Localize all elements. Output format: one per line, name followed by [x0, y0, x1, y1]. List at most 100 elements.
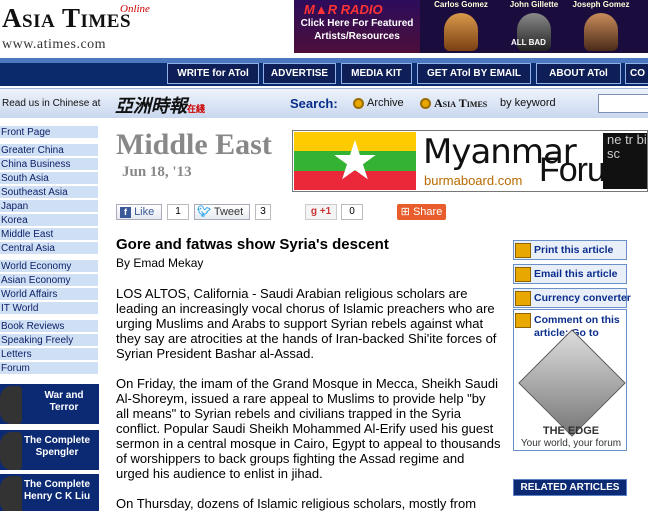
like-count: 1 — [167, 204, 189, 220]
promo-label: The Complete Henry C K Liu — [23, 479, 91, 502]
chinese-edition-link[interactable]: 亞洲時報在綫 — [115, 92, 205, 118]
share-label: Share — [412, 206, 443, 218]
artist-name: Carlos Gomez — [434, 0, 488, 9]
plus-icon: ⊞ — [400, 206, 410, 218]
nav-email-button[interactable]: GET ATol BY EMAIL — [417, 63, 531, 84]
twitter-icon: 🐦︎ — [197, 206, 211, 218]
search-input[interactable] — [598, 94, 648, 113]
nav-about-button[interactable]: ABOUT ATol — [536, 63, 621, 84]
read-chinese-label: Read us in Chinese at — [2, 98, 101, 109]
archive-radio[interactable] — [353, 98, 364, 109]
atimes-radio-label: Asia Times — [434, 96, 488, 110]
sidebar-promo-war-terror[interactable]: War and Terror — [0, 384, 99, 424]
site-logo[interactable]: Asia Times Online www.atimes.com — [2, 3, 150, 52]
promo-label: The Complete Spengler — [23, 435, 91, 458]
myanmar-ad-url: burmaboard.com — [424, 173, 523, 188]
nav-media-kit-button[interactable]: MEDIA KIT — [341, 63, 412, 84]
artist-name: John Gillette — [509, 0, 559, 9]
chinese-logo-text: 亞洲時報 — [115, 96, 187, 117]
edge-tagline: Your world, your forum — [520, 438, 622, 449]
nav-advertise-button[interactable]: ADVERTISE — [263, 63, 336, 84]
arrow-icon — [515, 291, 531, 306]
currency-label: Currency converter — [534, 292, 631, 304]
print-label: Print this article — [534, 244, 614, 256]
section-title: Middle East — [116, 128, 272, 161]
tweet-button[interactable]: 🐦︎ Tweet — [194, 204, 250, 220]
artist-photo — [444, 13, 478, 51]
nav-write-button[interactable]: WRITE for ATol — [167, 63, 259, 84]
top-nav-bar: WRITE for ATol ADVERTISE MEDIA KIT GET A… — [0, 58, 648, 86]
sidebar: Front Page Greater China China Business … — [0, 126, 99, 511]
sidebar-item-front-page[interactable]: Front Page — [0, 126, 98, 139]
atimes-radio[interactable] — [420, 98, 431, 109]
article-headline: Gore and fatwas show Syria's descent — [116, 236, 389, 253]
the-edge-comment-box[interactable]: Comment on this article: Go to THE EDGE … — [513, 309, 627, 451]
sidebar-item-asian-economy[interactable]: Asian Economy — [0, 274, 98, 287]
archive-radio-label: Archive — [367, 97, 404, 109]
article-paragraph: On Friday, the imam of the Grand Mosque … — [116, 376, 501, 481]
artist-photo — [584, 13, 618, 51]
sidebar-item-south-asia[interactable]: South Asia — [0, 172, 98, 185]
razor-blade-icon — [518, 329, 626, 437]
masthead: Asia Times Online www.atimes.com M▲R RAD… — [0, 0, 648, 58]
article-paragraph: On Thursday, dozens of Islamic religious… — [116, 496, 477, 511]
email-article-link[interactable]: Email this article — [513, 264, 627, 284]
sidebar-item-southeast-asia[interactable]: Southeast Asia — [0, 186, 98, 199]
myanmar-flag: ★ — [294, 132, 416, 190]
sidebar-item-world-economy[interactable]: World Economy — [0, 260, 98, 273]
myanmar-ad-side-text: ne tr bi sc — [603, 133, 647, 189]
sidebar-item-middle-east[interactable]: Middle East — [0, 228, 98, 241]
sidebar-item-forum[interactable]: Forum — [0, 362, 98, 375]
promo-portrait — [0, 432, 22, 470]
search-bar: Read us in Chinese at 亞洲時報在綫 Search: Arc… — [0, 88, 648, 118]
promo-portrait — [0, 476, 22, 511]
search-label: Search: — [290, 96, 338, 111]
banner-ad-cta: Click Here For Featured Artists/Resource… — [300, 18, 414, 42]
sidebar-item-central-asia[interactable]: Central Asia — [0, 242, 98, 255]
star-icon: ★ — [330, 131, 380, 191]
tweet-label: Tweet — [213, 206, 244, 218]
arrow-icon — [515, 243, 531, 258]
tweet-count: 3 — [255, 204, 271, 220]
related-articles-header: RELATED ARTICLES — [513, 479, 627, 496]
sidebar-item-japan[interactable]: Japan — [0, 200, 98, 213]
edge-name: THE EDGE — [542, 425, 600, 437]
sidebar-item-it-world[interactable]: IT World — [0, 302, 98, 315]
banner-ad-artist: Joseph Gomez — [566, 0, 636, 53]
banner-ad-artist: Carlos Gomez — [426, 0, 496, 53]
google-plus-icon: g — [310, 206, 317, 217]
like-label: Like — [134, 206, 155, 218]
currency-converter-link[interactable]: Currency converter — [513, 288, 631, 308]
sidebar-item-china-business[interactable]: China Business — [0, 158, 98, 171]
chinese-logo-suffix: 在綫 — [187, 105, 206, 115]
gplus-label: +1 — [319, 206, 332, 217]
banner-ad-cta-panel[interactable]: M▲R RADIO Click Here For Featured Artist… — [294, 0, 420, 53]
banner-ad-artist: John Gillette ALL BAD — [499, 0, 569, 53]
gplus-count: 0 — [341, 204, 363, 220]
keyword-label: by keyword — [500, 97, 556, 109]
logo-text: Asia Times — [2, 3, 132, 33]
article-byline: By Emad Mekay — [116, 256, 204, 270]
site-url: www.atimes.com — [2, 37, 107, 52]
sidebar-item-letters[interactable]: Letters — [0, 348, 98, 361]
facebook-icon: f — [120, 207, 131, 218]
share-button[interactable]: ⊞ Share — [397, 204, 446, 220]
sidebar-promo-spengler[interactable]: The Complete Spengler — [0, 430, 99, 470]
facebook-like-button[interactable]: f Like — [116, 204, 162, 220]
myanmar-forum-ad[interactable]: ★ Myanmar Forum burmaboard.com ne tr bi … — [292, 130, 648, 192]
sidebar-item-greater-china[interactable]: Greater China — [0, 144, 98, 157]
banner-ad-brand: M▲R RADIO — [304, 2, 383, 17]
nav-contact-button[interactable]: CO — [625, 63, 648, 84]
sidebar-item-book-reviews[interactable]: Book Reviews — [0, 320, 98, 333]
email-label: Email this article — [534, 268, 618, 280]
logo-online-text: Online — [120, 3, 150, 15]
print-article-link[interactable]: Print this article — [513, 240, 627, 260]
promo-portrait — [0, 386, 22, 424]
sidebar-item-korea[interactable]: Korea — [0, 214, 98, 227]
sidebar-promo-henry-liu[interactable]: The Complete Henry C K Liu — [0, 474, 99, 511]
google-plus-button[interactable]: g +1 — [305, 204, 337, 220]
banner-ad[interactable]: M▲R RADIO Click Here For Featured Artist… — [294, 0, 648, 53]
sidebar-item-speaking-freely[interactable]: Speaking Freely — [0, 334, 98, 347]
promo-label: War and Terror — [44, 390, 84, 413]
sidebar-item-world-affairs[interactable]: World Affairs — [0, 288, 98, 301]
